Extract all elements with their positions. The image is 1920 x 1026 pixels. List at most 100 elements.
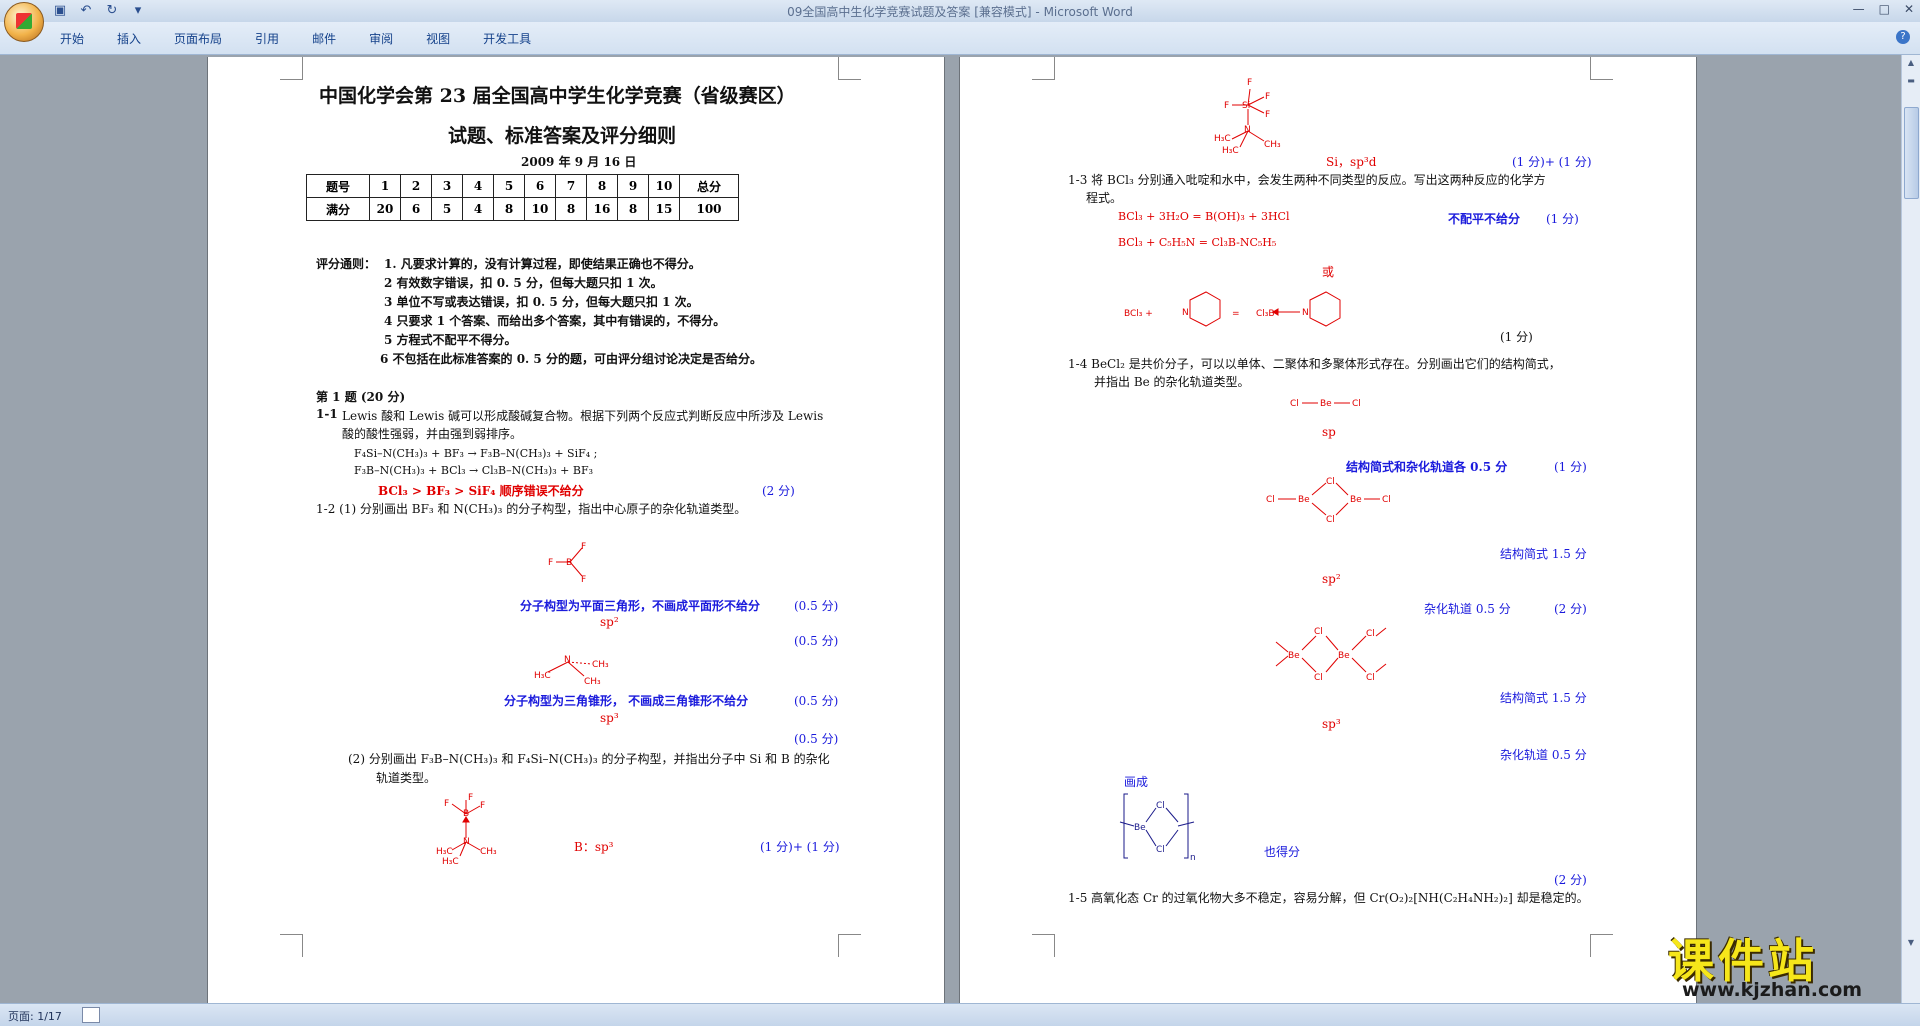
proofing-icon[interactable] xyxy=(82,1007,100,1023)
answer-note: 不配平不给分 xyxy=(1448,212,1521,226)
svg-text:Cl: Cl xyxy=(1266,495,1275,505)
table-cell: 100 xyxy=(679,197,739,221)
table-cell: 10 xyxy=(648,174,680,198)
tab-insert[interactable]: 插入 xyxy=(117,30,141,47)
ruler-toggle-icon[interactable]: ▬ xyxy=(1902,73,1920,89)
score-text: (0.5 分) xyxy=(794,634,839,648)
svg-text:Be: Be xyxy=(1320,399,1332,409)
question-text: (2) 分别画出 F₃B–N(CH₃)₃ 和 F₄Si–N(CH₃)₃ 的分子构… xyxy=(348,752,830,766)
tab-view[interactable]: 视图 xyxy=(426,30,450,47)
close-button[interactable]: ✕ xyxy=(1904,2,1914,16)
score-text: (1 分)+ (1 分) xyxy=(760,840,840,854)
table-cell: 6 xyxy=(400,197,432,221)
table-row: 满分 20 6 5 4 8 10 8 16 8 15 100 xyxy=(306,197,739,221)
equation: F₄Si–N(CH₃)₃ + BF₃ → F₃B–N(CH₃)₃ + SiF₄ … xyxy=(354,447,598,460)
crop-mark xyxy=(280,934,303,957)
crop-mark xyxy=(1032,934,1055,957)
score-text: (0.5 分) xyxy=(794,599,839,613)
table-cell: 4 xyxy=(462,174,494,198)
window-controls: — □ ✕ xyxy=(1853,2,1914,16)
score-text: (1 分) xyxy=(1500,330,1533,344)
svg-text:F: F xyxy=(581,575,586,585)
rules-heading: 评分通则： xyxy=(316,257,377,271)
crop-mark xyxy=(1590,57,1613,80)
document-page-1[interactable]: 中国化学会第 23 届全国高中学生化学竞赛（省级赛区） 试题、标准答案及评分细则… xyxy=(208,57,944,1003)
score-text: (1 分)+ (1 分) xyxy=(1512,155,1592,169)
crop-mark xyxy=(838,57,861,80)
tab-mailings[interactable]: 邮件 xyxy=(312,30,336,47)
svg-text:F: F xyxy=(444,799,449,809)
window-title: 09全国高中生化学竞赛试题及答案 [兼容模式] - Microsoft Word xyxy=(787,5,1133,19)
svg-text:N: N xyxy=(1244,125,1251,135)
answer-text: BCl₃ > BF₃ > SiF₄ 顺序错误不给分 xyxy=(378,484,584,498)
score-text: (2 分) xyxy=(1554,873,1587,887)
svg-text:Be: Be xyxy=(1288,651,1300,661)
question-text: Lewis 酸和 Lewis 碱可以形成酸碱复合物。根据下列两个反应式判断反应中… xyxy=(342,409,824,423)
table-cell: 5 xyxy=(493,174,525,198)
scroll-up-icon[interactable]: ▲ xyxy=(1902,55,1920,71)
ribbon-tabs: 开始 插入 页面布局 引用 邮件 审阅 视图 开发工具 xyxy=(60,30,531,47)
office-button[interactable] xyxy=(4,2,44,42)
svg-text:H₃C: H₃C xyxy=(534,671,551,681)
title-bar: ▣ ↶ ↻ ▾ 09全国高中生化学竞赛试题及答案 [兼容模式] - Micros… xyxy=(0,0,1920,23)
svg-text:Cl: Cl xyxy=(1156,845,1165,855)
svg-text:n: n xyxy=(1190,853,1196,863)
table-cell: 5 xyxy=(431,197,463,221)
svg-text:B: B xyxy=(463,809,469,819)
score-text: (2 分) xyxy=(762,484,795,498)
f4si-nme3-structure: FFFF SiNH₃CCH₃H₃C xyxy=(1214,78,1281,156)
tab-references[interactable]: 引用 xyxy=(255,30,279,47)
svg-text:H₃C: H₃C xyxy=(1214,134,1231,144)
pyridine-reaction: BCl₃ + N = Cl₃B N xyxy=(1124,291,1341,327)
score-text: (2 分) xyxy=(1554,602,1587,616)
svg-text:N: N xyxy=(564,655,571,665)
minimize-button[interactable]: — xyxy=(1853,2,1865,16)
crop-mark xyxy=(280,57,303,80)
document-workspace[interactable]: 中国化学会第 23 届全国高中学生化学竞赛（省级赛区） 试题、标准答案及评分细则… xyxy=(0,55,1902,1003)
vertical-scrollbar[interactable]: ▲ ▬ ▼ xyxy=(1901,55,1920,1003)
svg-text:F: F xyxy=(1247,78,1252,88)
question-text: 酸的酸性强弱，并由强到弱排序。 xyxy=(342,427,523,441)
rule-item: 1. 凡要求计算的，没有计算过程，即使结果正确也不得分。 xyxy=(384,257,701,271)
status-bar: 页面: 1/17 xyxy=(0,1003,1920,1026)
scrollbar-thumb[interactable] xyxy=(1904,107,1919,199)
svg-text:Cl₃B: Cl₃B xyxy=(1256,309,1275,319)
rule-item: 3 单位不写或表达错误，扣 0. 5 分，但每大题只扣 1 次。 xyxy=(384,295,699,309)
rule-item: 2 有效数字错误，扣 0. 5 分，但每大题只扣 1 次。 xyxy=(384,276,663,290)
answer-note: 画成 xyxy=(1124,775,1149,789)
watermark-url: www.kjzhan.com xyxy=(1682,979,1863,1001)
rule-item: 4 只要求 1 个答案、而给出多个答案，其中有错误的，不得分。 xyxy=(384,314,726,328)
table-cell: 4 xyxy=(462,197,494,221)
svg-text:F: F xyxy=(480,801,485,811)
table-cell: 15 xyxy=(648,197,680,221)
svg-text:Cl: Cl xyxy=(1326,477,1335,487)
table-cell: 8 xyxy=(617,197,649,221)
svg-text:Be: Be xyxy=(1298,495,1310,505)
trimethylamine-structure: N H₃C CH₃ CH₃ xyxy=(534,655,609,687)
tab-review[interactable]: 审阅 xyxy=(369,30,393,47)
table-cell: 8 xyxy=(555,197,587,221)
question-text: 轨道类型。 xyxy=(376,771,437,785)
scroll-down-icon[interactable]: ▼ xyxy=(1902,935,1920,951)
tab-page-layout[interactable]: 页面布局 xyxy=(174,30,222,47)
score-text: (0.5 分) xyxy=(794,732,839,746)
or-text: 或 xyxy=(1322,265,1335,279)
tab-developer[interactable]: 开发工具 xyxy=(483,30,531,47)
answer-note: 杂化轨道 0.5 分 xyxy=(1500,748,1587,762)
svg-text:Cl: Cl xyxy=(1352,399,1361,409)
help-icon[interactable]: ? xyxy=(1896,30,1910,44)
question-text: 程式。 xyxy=(1086,191,1123,205)
table-cell: 6 xyxy=(524,174,556,198)
page-indicator[interactable]: 页面: 1/17 xyxy=(8,1008,62,1024)
crop-mark xyxy=(1032,57,1055,80)
question-text: 1-3 将 BCl₃ 分别通入吡啶和水中，会发生两种不同类型的反应。写出这两种反… xyxy=(1068,173,1546,187)
document-page-2[interactable]: FFFF Si N H₃C CH₃ H₃C Si，sp³d (1 分)+ (1 分) 1… xyxy=(960,57,1696,1003)
crop-mark xyxy=(838,934,861,957)
svg-text:Cl: Cl xyxy=(1326,515,1335,525)
svg-text:Cl: Cl xyxy=(1156,801,1165,811)
tab-home[interactable]: 开始 xyxy=(60,30,84,47)
table-cell: 16 xyxy=(586,197,618,221)
rule-item: 6 不包括在此标准答案的 0. 5 分的题，可由评分组讨论决定是否给分。 xyxy=(380,352,762,366)
hybrid-type: sp³ xyxy=(1322,717,1341,731)
maximize-button[interactable]: □ xyxy=(1879,2,1890,16)
